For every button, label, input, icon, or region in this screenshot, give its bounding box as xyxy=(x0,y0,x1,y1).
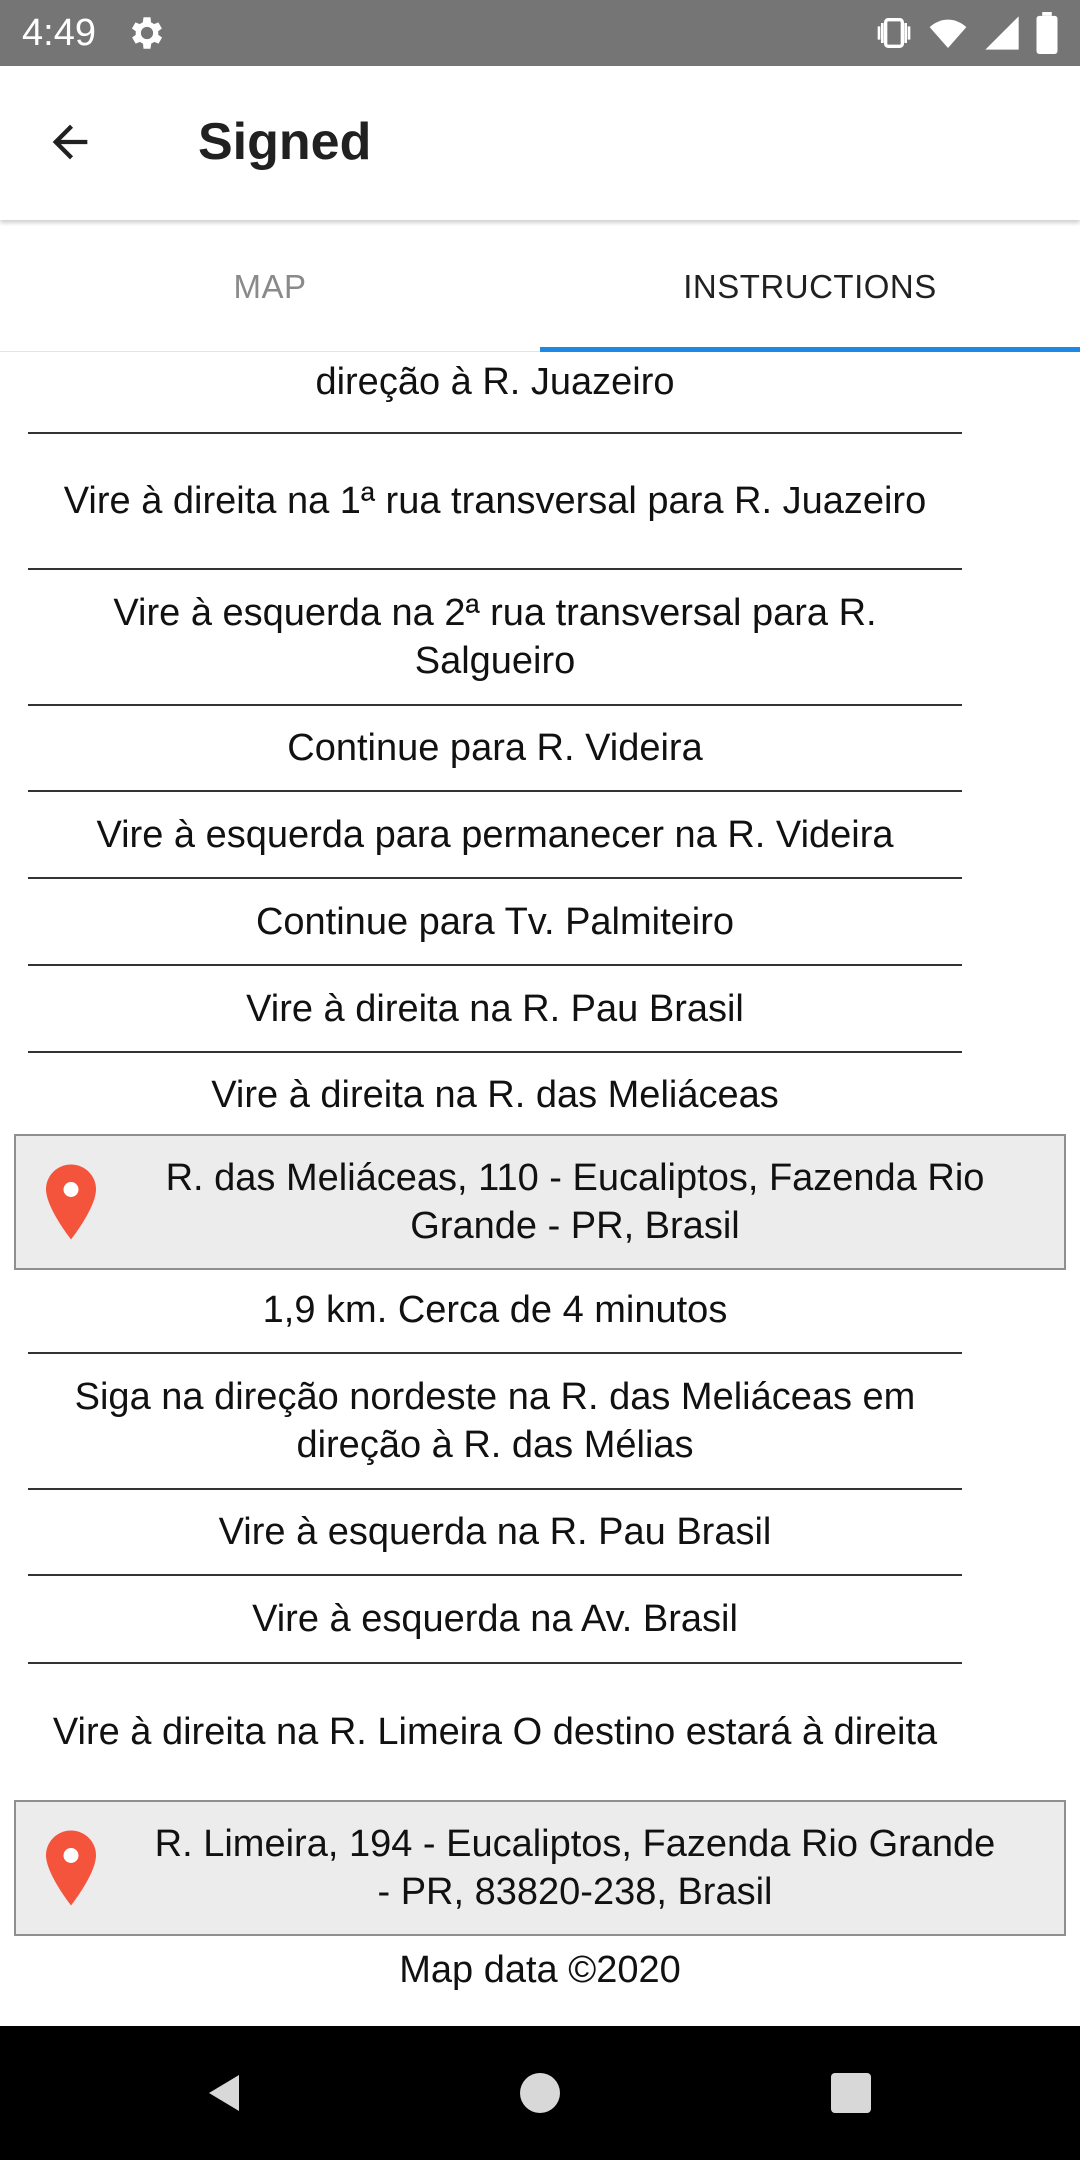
page-title: Signed xyxy=(198,113,372,171)
instruction-step: Vire à esquerda para permanecer na R. Vi… xyxy=(28,792,962,879)
system-nav-bar xyxy=(0,2026,1080,2160)
arrow-back-icon xyxy=(52,124,88,160)
instruction-step: Vire à direita na R. Limeira O destino e… xyxy=(52,1711,938,1753)
tab-bar: MAP INSTRUCTIONS xyxy=(0,222,1080,352)
instruction-step: Siga na direção nordeste na R. das Meliá… xyxy=(28,1354,962,1490)
wifi-icon xyxy=(929,19,967,48)
instruction-step: Vire à esquerda na Av. Brasil xyxy=(28,1576,962,1664)
map-data-attribution: Map data ©2020 xyxy=(399,1949,681,1991)
waypoint-address: R. das Meliáceas, 110 - Eucaliptos, Faze… xyxy=(165,1157,985,1247)
waypoint-card[interactable]: R. das Meliáceas, 110 - Eucaliptos, Faze… xyxy=(14,1134,1066,1270)
destination-card[interactable]: R. Limeira, 194 - Eucaliptos, Fazenda Ri… xyxy=(14,1800,1066,1936)
nav-back-button[interactable] xyxy=(192,2060,258,2126)
circle-home-icon xyxy=(520,2073,560,2113)
instruction-step: Vire à direita na 1ª rua transversal par… xyxy=(28,434,962,570)
app-bar: Signed xyxy=(0,66,1080,220)
status-icons xyxy=(874,10,1060,56)
back-button[interactable] xyxy=(34,110,106,174)
nav-home-button[interactable] xyxy=(507,2060,573,2126)
instruction-step: Continue para Tv. Palmiteiro xyxy=(28,879,962,966)
instructions-list[interactable]: direção à R. Juazeiro Vire à direita na … xyxy=(0,352,1080,2026)
square-recents-icon xyxy=(831,2073,871,2113)
instruction-step: direção à R. Juazeiro xyxy=(28,352,962,434)
leg-summary: 1,9 km. Cerca de 4 minutos xyxy=(28,1268,962,1354)
battery-icon xyxy=(1036,12,1058,54)
tab-selected-indicator xyxy=(540,347,1080,352)
nav-recents-button[interactable] xyxy=(818,2060,884,2126)
status-bar: 4:49 xyxy=(0,0,1080,66)
instruction-step: Vire à direita na R. Pau Brasil xyxy=(28,966,962,1053)
triangle-back-icon xyxy=(209,2075,239,2111)
tab-map[interactable]: MAP xyxy=(0,222,540,352)
map-pin-icon xyxy=(46,1164,96,1240)
destination-address: R. Limeira, 194 - Eucaliptos, Fazenda Ri… xyxy=(154,1823,996,1913)
map-pin-icon xyxy=(46,1830,96,1906)
instruction-step: Continue para R. Videira xyxy=(28,706,962,792)
instruction-step: Vire à esquerda na 2ª rua transversal pa… xyxy=(28,570,962,706)
instruction-step: Vire à esquerda na R. Pau Brasil xyxy=(28,1490,962,1576)
instruction-step: Vire à direita na R. das Meliáceas xyxy=(211,1074,779,1116)
vibrate-icon xyxy=(877,18,911,48)
status-time: 4:49 xyxy=(22,12,96,54)
cell-signal-icon xyxy=(985,16,1019,50)
settings-gear-icon xyxy=(131,17,163,49)
tab-instructions[interactable]: INSTRUCTIONS xyxy=(540,222,1080,352)
